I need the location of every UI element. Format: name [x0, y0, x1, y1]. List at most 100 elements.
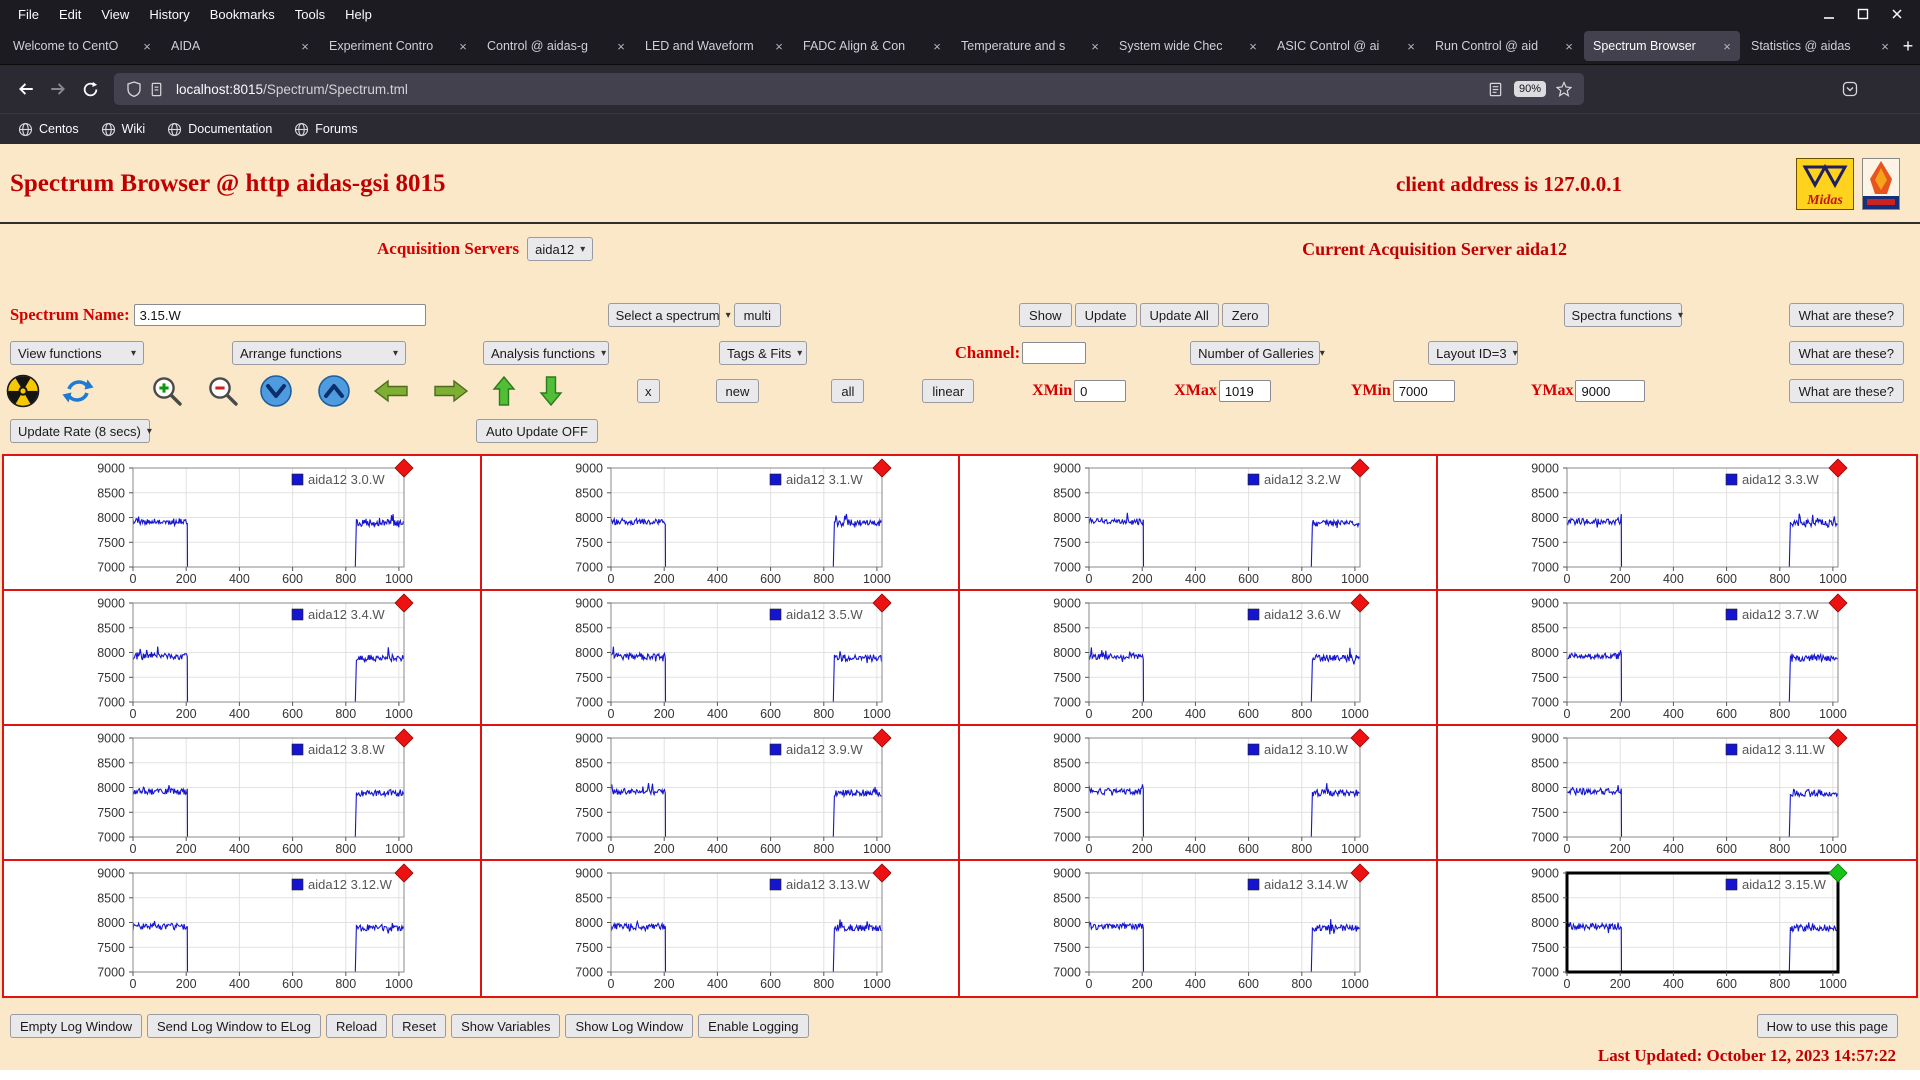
reload-button[interactable]: [74, 73, 106, 105]
x-button[interactable]: x: [637, 379, 660, 403]
bookmark-centos[interactable]: Centos: [10, 119, 87, 140]
show-variables-button[interactable]: Show Variables: [451, 1014, 561, 1038]
reset-button[interactable]: Reset: [392, 1014, 447, 1038]
ymin-input[interactable]: [1392, 380, 1455, 402]
spectrum-name-input[interactable]: [133, 304, 426, 326]
bookmark-star-icon[interactable]: [1553, 78, 1575, 100]
bookmark-documentation[interactable]: Documentation: [159, 119, 280, 140]
update-button[interactable]: Update: [1074, 303, 1137, 327]
tab-close-icon[interactable]: ×: [297, 38, 313, 54]
menu-edit[interactable]: Edit: [49, 7, 91, 22]
spectrum-panel-aida12-3-6-w[interactable]: 7000 7500 8000 8500 9000 0 200 400 600 800 1000 aid…: [960, 591, 1438, 726]
spectrum-panel-aida12-3-2-w[interactable]: 7000 7500 8000 8500 9000 0 200 400 600 800 1000 aid…: [960, 456, 1438, 591]
what-are-these-button[interactable]: What are these?: [1788, 303, 1904, 327]
acquisition-server-dropdown[interactable]: aida12 ▾: [527, 237, 594, 261]
reader-mode-icon[interactable]: [1485, 78, 1507, 100]
zero-button[interactable]: Zero: [1221, 303, 1269, 327]
pan-down-button[interactable]: [539, 375, 563, 407]
auto-update-button[interactable]: Auto Update OFF: [476, 419, 598, 443]
spectrum-panel-aida12-3-5-w[interactable]: 7000 7500 8000 8500 9000 0 200 400 600 800 1000 aid…: [482, 591, 960, 726]
how-to-use-button[interactable]: How to use this page: [1756, 1014, 1898, 1038]
new-button[interactable]: new: [715, 379, 760, 403]
menu-view[interactable]: View: [91, 7, 139, 22]
tracking-shield-icon[interactable]: [123, 78, 145, 100]
update-rate-dropdown[interactable]: Update Rate (8 secs) ▾: [10, 419, 152, 443]
xmin-input[interactable]: [1074, 380, 1127, 402]
zoom-level-indicator[interactable]: 90%: [1513, 81, 1546, 97]
spectrum-panel-aida12-3-12-w[interactable]: 7000 7500 8000 8500 9000 0 200 400 600 800 1000 aid…: [4, 861, 482, 996]
tab-statistics-aidas[interactable]: Statistics @ aidas ×: [1742, 31, 1898, 61]
channel-input[interactable]: [1022, 342, 1087, 364]
spectrum-panel-aida12-3-10-w[interactable]: 7000 7500 8000 8500 9000 0 200 400 600 800 1000 aid…: [960, 726, 1438, 861]
url-bar[interactable]: localhost:8015/Spectrum/Spectrum.tml 90%: [114, 73, 1584, 105]
bookmark-forums[interactable]: Forums: [286, 119, 365, 140]
spectrum-panel-aida12-3-3-w[interactable]: 7000 7500 8000 8500 9000 0 200 400 600 800 1000 aid…: [1438, 456, 1916, 591]
tab-close-icon[interactable]: ×: [613, 38, 629, 54]
update-all-button[interactable]: Update All: [1139, 303, 1219, 327]
spectrum-panel-aida12-3-8-w[interactable]: 7000 7500 8000 8500 9000 0 200 400 600 800 1000 aid…: [4, 726, 482, 861]
spectrum-panel-aida12-3-9-w[interactable]: 7000 7500 8000 8500 9000 0 200 400 600 800 1000 aid…: [482, 726, 960, 861]
spectrum-panel-aida12-3-1-w[interactable]: 7000 7500 8000 8500 9000 0 200 400 600 800 1000 aid…: [482, 456, 960, 591]
linear-button[interactable]: linear: [922, 379, 975, 403]
shift-up-button[interactable]: [317, 374, 351, 408]
powered-logo[interactable]: [1862, 158, 1900, 210]
empty-log-window-button[interactable]: Empty Log Window: [10, 1014, 142, 1038]
menu-help[interactable]: Help: [335, 7, 382, 22]
bookmark-wiki[interactable]: Wiki: [93, 119, 154, 140]
url-text[interactable]: localhost:8015/Spectrum/Spectrum.tml: [176, 82, 1485, 97]
show-log-window-button[interactable]: Show Log Window: [565, 1014, 694, 1038]
tab-close-icon[interactable]: ×: [929, 38, 945, 54]
pan-up-button[interactable]: [492, 375, 516, 407]
menu-bookmarks[interactable]: Bookmarks: [200, 7, 285, 22]
tab-spectrum-browser[interactable]: Spectrum Browser ×: [1584, 31, 1740, 61]
spectrum-panel-aida12-3-14-w[interactable]: 7000 7500 8000 8500 9000 0 200 400 600 800 1000 aid…: [960, 861, 1438, 996]
spectrum-panel-aida12-3-11-w[interactable]: 7000 7500 8000 8500 9000 0 200 400 600 800 1000 aid…: [1438, 726, 1916, 861]
tab-welcome-to-cento[interactable]: Welcome to CentO ×: [4, 31, 160, 61]
tab-close-icon[interactable]: ×: [771, 38, 787, 54]
zoom-in-button[interactable]: [150, 374, 184, 408]
tab-close-icon[interactable]: ×: [1877, 38, 1893, 54]
analysis-functions-dropdown[interactable]: Analysis functions ▾: [483, 341, 609, 365]
spectrum-panel-aida12-3-7-w[interactable]: 7000 7500 8000 8500 9000 0 200 400 600 800 1000 aid…: [1438, 591, 1916, 726]
tab-experiment-contro[interactable]: Experiment Contro ×: [320, 31, 476, 61]
number-of-galleries-dropdown[interactable]: Number of Galleries ▾: [1190, 341, 1325, 365]
tab-close-icon[interactable]: ×: [1245, 38, 1261, 54]
multi-button[interactable]: multi: [733, 303, 782, 327]
pan-left-button[interactable]: [373, 379, 409, 403]
select-a-spectrum-dropdown[interactable]: Select a spectrum ▾: [607, 303, 731, 327]
minimize-button[interactable]: [1812, 2, 1846, 26]
layout-id-dropdown[interactable]: Layout ID=3 ▾: [1428, 341, 1519, 365]
send-log-window-to-elog-button[interactable]: Send Log Window to ELog: [147, 1014, 321, 1038]
refresh-button[interactable]: [61, 374, 95, 408]
menu-file[interactable]: File: [8, 7, 49, 22]
zoom-out-button[interactable]: [206, 374, 240, 408]
show-button[interactable]: Show: [1019, 303, 1072, 327]
spectra-functions-dropdown[interactable]: Spectra functions ▾: [1563, 303, 1683, 327]
pan-right-button[interactable]: [433, 379, 469, 403]
spectrum-panel-aida12-3-4-w[interactable]: 7000 7500 8000 8500 9000 0 200 400 600 800 1000 aid…: [4, 591, 482, 726]
arrange-functions-dropdown[interactable]: Arrange functions ▾: [232, 341, 406, 365]
all-button[interactable]: all: [831, 379, 865, 403]
radiation-button[interactable]: [6, 374, 40, 408]
new-tab-button[interactable]: +: [1899, 31, 1917, 61]
page-info-icon[interactable]: [145, 78, 167, 100]
tab-close-icon[interactable]: ×: [1561, 38, 1577, 54]
tab-close-icon[interactable]: ×: [1087, 38, 1103, 54]
tab-temperature-and-s[interactable]: Temperature and s ×: [952, 31, 1108, 61]
midas-logo[interactable]: Midas: [1796, 158, 1854, 210]
back-button[interactable]: [10, 73, 42, 105]
spectrum-panel-aida12-3-13-w[interactable]: 7000 7500 8000 8500 9000 0 200 400 600 800 1000 aid…: [482, 861, 960, 996]
menu-tools[interactable]: Tools: [285, 7, 335, 22]
close-button[interactable]: [1880, 2, 1914, 26]
ymax-input[interactable]: [1575, 380, 1646, 402]
spectrum-panel-aida12-3-0-w[interactable]: 7000 7500 8000 8500 9000 0 200 400 600 800 1000 aid…: [4, 456, 482, 591]
tab-asic-control-ai[interactable]: ASIC Control @ ai ×: [1268, 31, 1424, 61]
tags-fits-dropdown[interactable]: Tags & Fits ▾: [719, 341, 807, 365]
pocket-icon[interactable]: [1834, 73, 1866, 105]
spectrum-panel-aida12-3-15-w[interactable]: 7000 7500 8000 8500 9000 0 200 400 600 800 1000 aid…: [1438, 861, 1916, 996]
view-functions-dropdown[interactable]: View functions ▾: [10, 341, 144, 365]
maximize-button[interactable]: [1846, 2, 1880, 26]
tab-system-wide-chec[interactable]: System wide Chec ×: [1110, 31, 1266, 61]
shift-down-button[interactable]: [259, 374, 293, 408]
tab-close-icon[interactable]: ×: [1403, 38, 1419, 54]
